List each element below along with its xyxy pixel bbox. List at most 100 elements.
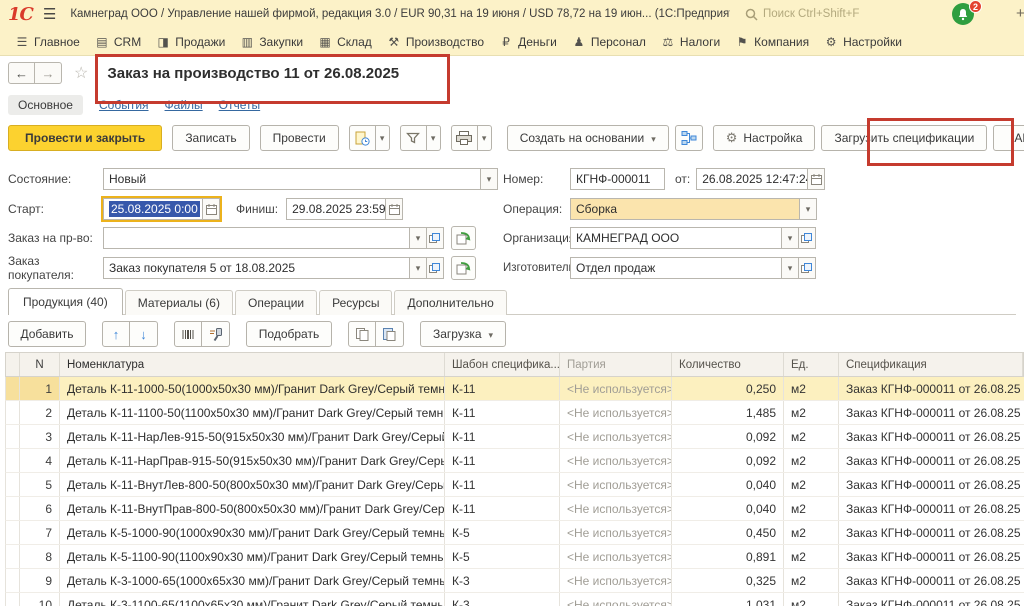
cell-nomenklatura[interactable]: Деталь К-11-НарЛев-915-50(915х50х30 мм)/… [60,425,445,448]
open-icon[interactable] [799,227,816,249]
menu-item-zakupki[interactable]: ▥ Закупки [240,35,303,49]
filter-split-button[interactable] [399,125,441,151]
cell-spetsifikatsiya[interactable]: Заказ КГНФ-000011 от 26.08.25 | Дет [839,449,1024,472]
cell-nomenklatura[interactable]: Деталь К-5-1000-90(1000х90х30 мм)/Гранит… [60,521,445,544]
cell-spetsifikatsiya[interactable]: Заказ КГНФ-000011 от 26.08.25 | Дет [839,473,1024,496]
cell-nomenklatura[interactable]: Деталь К-5-1100-90(1100х90х30 мм)/Гранит… [60,545,445,568]
cell-partiya[interactable]: <Не используется> [560,569,672,592]
cell-kolichestvo[interactable]: 0,325 [672,569,784,592]
cell-n[interactable]: 3 [20,425,60,448]
nav-link-sobytiya[interactable]: События [99,98,149,112]
cell-shablon[interactable]: К-3 [445,593,560,606]
cell-partiya[interactable]: <Не используется> [560,473,672,496]
barcode-icon[interactable] [174,321,202,347]
doc-date-field[interactable]: 26.08.2025 12:47:24 [696,168,826,190]
load-button[interactable]: Загрузка [420,321,507,347]
cell-partiya[interactable]: <Не используется> [560,521,672,544]
cell-partiya[interactable]: <Не используется> [560,497,672,520]
cell-shablon[interactable]: К-5 [445,521,560,544]
cell-partiya[interactable]: <Не используется> [560,401,672,424]
posting-split-button[interactable] [348,125,390,151]
finish-date-field[interactable]: 29.08.2025 23:59 [286,198,404,220]
operation-combo[interactable]: Сборка [570,198,817,220]
dropdown-arrow-icon[interactable] [476,125,492,151]
customer-order-combo[interactable]: Заказ покупателя 5 от 18.08.2025 [103,257,444,279]
table-row[interactable]: 7 Деталь К-5-1000-90(1000х90х30 мм)/Гран… [5,521,1024,545]
cell-nomenklatura[interactable]: Деталь К-11-НарПрав-915-50(915х50х30 мм)… [60,449,445,472]
load-specifications-button[interactable]: Загрузить спецификации [821,125,988,151]
cell-shablon[interactable]: К-3 [445,569,560,592]
column-header-nomenklatura[interactable]: Номенклатура [60,353,445,376]
cell-nomenklatura[interactable]: Деталь К-11-1000-50(1000х50х30 мм)/Грани… [60,377,445,400]
cell-ed[interactable]: м2 [784,401,839,424]
cell-n[interactable]: 1 [20,377,60,400]
state-combo[interactable]: Новый [103,168,498,190]
pick-items-button[interactable]: Подобрать [246,321,332,347]
cell-nomenklatura[interactable]: Деталь К-3-1100-65(1100х65х30 мм)/Гранит… [60,593,445,606]
menu-item-glavnoe[interactable]: ☰ Главное [15,35,80,49]
manufacturer-combo[interactable]: Отдел продаж [570,257,816,279]
menu-icon[interactable]: ☰ [43,5,56,23]
organization-combo[interactable]: КАМНЕГРАД ООО [570,227,816,249]
favorite-star-icon[interactable] [74,63,88,83]
tab-resursy[interactable]: Ресурсы [319,290,393,315]
cell-kolichestvo[interactable]: 0,040 [672,497,784,520]
cell-ed[interactable]: м2 [784,497,839,520]
cell-nomenklatura[interactable]: Деталь К-11-1100-50(1100х50х30 мм)/Грани… [60,401,445,424]
tab-produktsiya[interactable]: Продукция (40) [8,288,123,315]
forward-button[interactable] [35,62,62,84]
menu-item-dengi[interactable]: ₽ Деньги [499,35,557,49]
cell-spetsifikatsiya[interactable]: Заказ КГНФ-000011 от 26.08.25 | Дет [839,593,1024,606]
move-down-icon[interactable] [130,321,158,347]
fill-from-order-button[interactable] [451,256,476,280]
copy-rows-icon[interactable] [348,321,376,347]
paste-rows-icon[interactable] [376,321,404,347]
apm-technolog-button[interactable]: АРМ Технолога [993,125,1024,151]
cell-partiya[interactable]: <Не используется> [560,593,672,606]
global-search[interactable]: Поиск Ctrl+Shift+F [745,0,859,28]
menu-item-proizvodstvo[interactable]: ⚒ Производство [387,35,484,49]
cell-nomenklatura[interactable]: Деталь К-3-1000-65(1000х65х30 мм)/Гранит… [60,569,445,592]
calendar-icon[interactable] [808,168,826,190]
cell-partiya[interactable]: <Не используется> [560,449,672,472]
table-row[interactable]: 6 Деталь К-11-ВнутПрав-800-50(800х50х30 … [5,497,1024,521]
cell-kolichestvo[interactable]: 0,040 [672,473,784,496]
menu-item-crm[interactable]: ▤ CRM [95,35,141,49]
dropdown-arrow-icon[interactable] [410,257,427,279]
cell-n[interactable]: 7 [20,521,60,544]
dropdown-arrow-icon[interactable] [410,227,427,249]
cell-spetsifikatsiya[interactable]: Заказ КГНФ-000011 от 26.08.25 | Дет [839,401,1024,424]
dropdown-arrow-icon[interactable] [782,227,799,249]
table-row[interactable]: 5 Деталь К-11-ВнутЛев-800-50(800х50х30 м… [5,473,1024,497]
production-order-combo[interactable] [103,227,444,249]
cell-spetsifikatsiya[interactable]: Заказ КГНФ-000011 от 26.08.25 | Дет [839,377,1024,400]
notifications-button[interactable]: 2 [952,0,982,26]
cell-nomenklatura[interactable]: Деталь К-11-ВнутПрав-800-50(800х50х30 мм… [60,497,445,520]
column-header-ed[interactable]: Ед. [784,353,839,376]
nav-link-otchety[interactable]: Отчеты [219,98,260,112]
cell-shablon[interactable]: К-11 [445,401,560,424]
menu-item-nastroyki[interactable]: ⚙ Настройки [824,35,902,49]
cell-ed[interactable]: м2 [784,449,839,472]
cell-shablon[interactable]: К-11 [445,425,560,448]
cell-n[interactable]: 2 [20,401,60,424]
menu-item-sklad[interactable]: ▦ Склад [318,35,371,49]
cell-spetsifikatsiya[interactable]: Заказ КГНФ-000011 от 26.08.25 | Дет [839,521,1024,544]
move-up-icon[interactable] [102,321,130,347]
save-button[interactable]: Записать [172,125,250,151]
table-row[interactable]: 1 Деталь К-11-1000-50(1000х50х30 мм)/Гра… [5,377,1024,401]
cell-ed[interactable]: м2 [784,521,839,544]
menu-item-nalogi[interactable]: ⚖ Налоги [661,35,721,49]
cell-n[interactable]: 10 [20,593,60,606]
cell-shablon[interactable]: К-5 [445,545,560,568]
fill-from-order-button[interactable] [451,226,476,250]
structure-button[interactable] [674,125,703,151]
cell-n[interactable]: 5 [20,473,60,496]
open-icon[interactable] [427,257,444,279]
cell-kolichestvo[interactable]: 1,485 [672,401,784,424]
calendar-icon[interactable] [203,198,220,220]
nav-tab-osnovnoe[interactable]: Основное [8,95,83,115]
open-icon[interactable] [799,257,816,279]
cell-kolichestvo[interactable]: 0,092 [672,449,784,472]
start-date-field[interactable]: 25.08.2025 0:00 [101,196,222,222]
